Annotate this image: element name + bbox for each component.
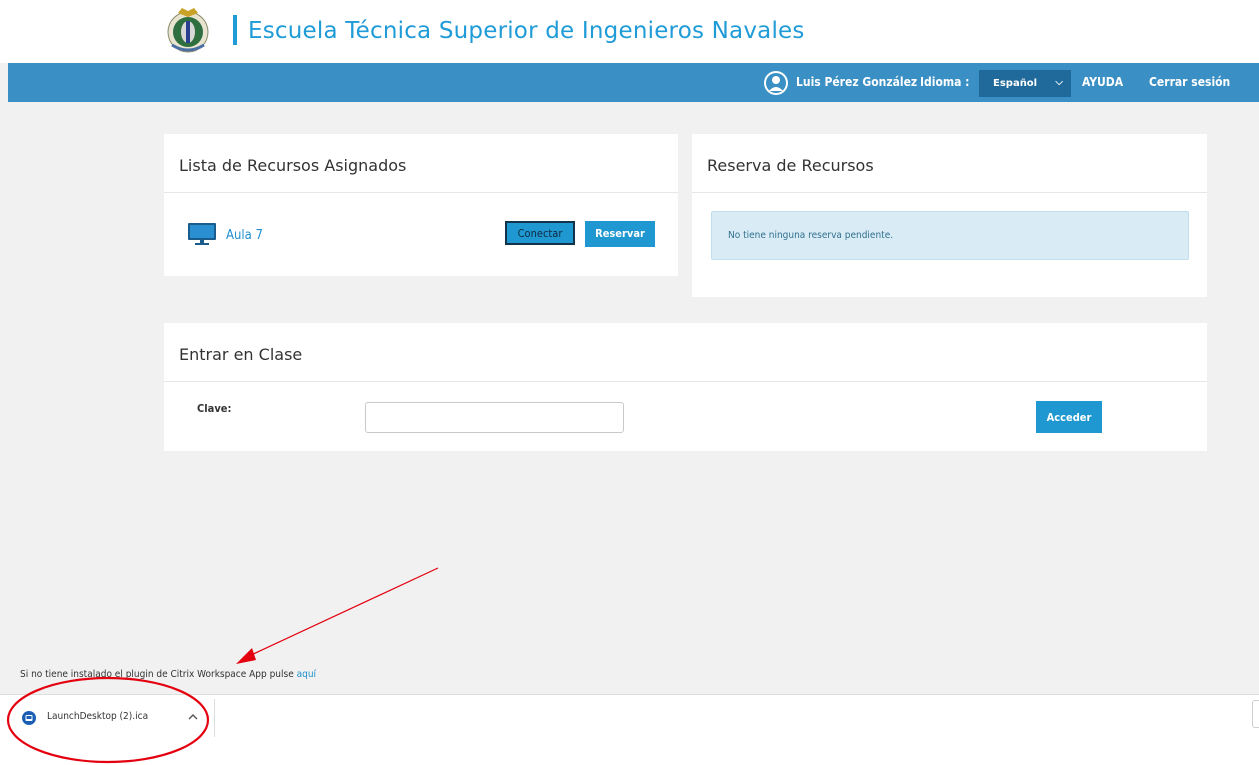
access-button[interactable]: Acceder	[1036, 401, 1102, 433]
join-class-title: Entrar en Clase	[164, 323, 1207, 382]
brand-divider	[233, 15, 237, 45]
assigned-resources-title: Lista de Recursos Asignados	[164, 134, 678, 193]
top-navbar: Luis Pérez González Idioma : Español ⌵ A…	[8, 63, 1259, 102]
key-label: Clave:	[197, 402, 232, 415]
key-input[interactable]	[365, 402, 624, 433]
reservations-panel: Reserva de Recursos No tiene ninguna res…	[692, 134, 1207, 297]
download-bar-divider	[214, 699, 215, 737]
user-name[interactable]: Luis Pérez González	[796, 75, 917, 89]
chevron-up-icon[interactable]	[187, 711, 199, 723]
plugin-download-link[interactable]: aquí	[297, 669, 316, 680]
help-link[interactable]: AYUDA	[1082, 75, 1123, 89]
download-bar: LaunchDesktop (2).ica	[0, 694, 1259, 765]
plugin-note: Si no tiene instalado el plugin de Citri…	[20, 669, 316, 680]
show-all-button[interactable]	[1252, 700, 1259, 728]
resource-link-aula-7[interactable]: Aula 7	[226, 228, 263, 243]
crest-icon	[167, 8, 209, 53]
monitor-icon	[188, 223, 216, 245]
site-header: Escuela Técnica Superior de Ingenieros N…	[0, 0, 1259, 63]
language-label: Idioma :	[920, 75, 970, 89]
reserve-button[interactable]: Reservar	[585, 221, 655, 247]
language-select[interactable]: Español ⌵	[979, 70, 1071, 97]
logout-link[interactable]: Cerrar sesión	[1149, 75, 1230, 89]
user-avatar-icon[interactable]	[763, 70, 789, 96]
annotation-arrowhead	[236, 648, 256, 664]
annotation-arrow-line	[248, 567, 439, 657]
site-title: Escuela Técnica Superior de Ingenieros N…	[248, 18, 805, 44]
language-select-value: Español	[993, 78, 1038, 89]
download-file-name: LaunchDesktop (2).ica	[47, 711, 149, 722]
resource-row: Aula 7 Conectar Reservar	[164, 193, 678, 276]
download-item[interactable]: LaunchDesktop (2).ica	[14, 709, 210, 729]
join-class-panel: Entrar en Clase Clave: Acceder	[164, 323, 1207, 451]
assigned-resources-panel: Lista de Recursos Asignados Aula 7 Conec…	[164, 134, 678, 276]
citrix-file-icon	[22, 711, 36, 725]
reservations-body: No tiene ninguna reserva pendiente.	[692, 193, 1207, 297]
no-reservations-alert: No tiene ninguna reserva pendiente.	[711, 211, 1189, 260]
reservations-title: Reserva de Recursos	[692, 134, 1207, 193]
connect-button[interactable]: Conectar	[505, 221, 575, 245]
chevron-down-icon: ⌵	[1055, 77, 1063, 88]
plugin-note-text: Si no tiene instalado el plugin de Citri…	[20, 669, 294, 680]
join-class-form: Clave: Acceder	[164, 382, 1207, 451]
